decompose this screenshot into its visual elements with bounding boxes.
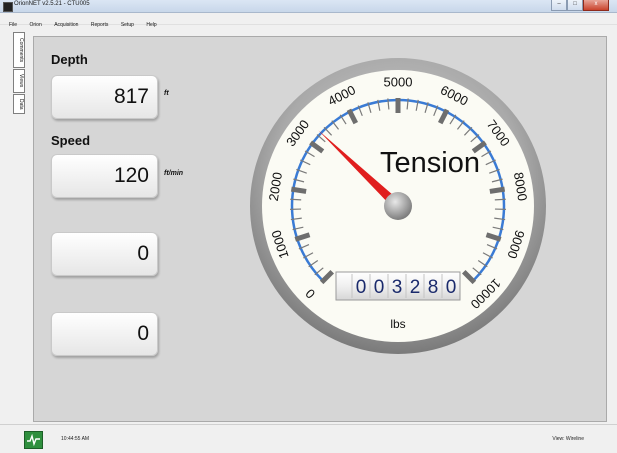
menu-reports[interactable]: Reports [91, 22, 109, 28]
app-icon [3, 2, 13, 12]
title-bar: OrionNET v2.5.21 - CTU005 – □ x [0, 0, 617, 13]
readout-4-value: 0 [137, 322, 149, 346]
menu-setup[interactable]: Setup [121, 22, 134, 28]
gauge-tick-label: 5000 [384, 74, 413, 89]
status-bar: 10:44:55 AM View: Wireline [0, 424, 617, 451]
speed-value-box: 120 [51, 154, 158, 198]
status-time: 10:44:55 AM [61, 436, 89, 442]
window-controls: – □ x [551, 0, 609, 11]
gauge-title: Tension [380, 147, 480, 179]
side-tab-strip: Comments Views Data [13, 32, 25, 115]
odometer-counter: 003280 [336, 272, 460, 300]
gauge-hub [384, 192, 412, 220]
odometer-digit: 8 [428, 277, 439, 298]
depth-label: Depth [51, 52, 88, 67]
menu-help[interactable]: Help [146, 22, 156, 28]
depth-unit: ft [164, 90, 169, 97]
maximize-button[interactable]: □ [567, 0, 583, 11]
tab-comments[interactable]: Comments [13, 32, 25, 68]
chart-activity-icon[interactable] [24, 431, 43, 449]
readout-3-value: 0 [137, 242, 149, 266]
depth-value-box: 817 [51, 75, 158, 119]
odometer-digit: 3 [392, 277, 403, 298]
tab-views[interactable]: Views [13, 69, 25, 93]
gauge-minor-tick [495, 199, 506, 200]
menu-acquisition[interactable]: Acquisition [54, 22, 78, 28]
odometer-digit: 2 [410, 277, 421, 298]
odometer-digit: 0 [356, 277, 367, 298]
tension-gauge: 0100020003000400050006000700080009000100… [248, 56, 548, 356]
status-view: View: Wireline [552, 436, 584, 442]
speed-unit: ft/min [164, 170, 183, 177]
readout-box-4: 0 [51, 312, 158, 356]
close-button[interactable]: x [583, 0, 609, 11]
menu-orion[interactable]: Orion [30, 22, 42, 28]
gauge-unit: lbs [390, 317, 405, 331]
odometer-digit: 0 [374, 277, 385, 298]
menu-file[interactable]: File [9, 22, 17, 28]
speed-value: 120 [114, 164, 149, 188]
gauge-major-tick [291, 189, 306, 191]
minimize-button[interactable]: – [551, 0, 567, 11]
gauge-major-tick [490, 189, 505, 191]
gauge-minor-tick [290, 199, 301, 200]
depth-value: 817 [114, 85, 149, 109]
window-title: OrionNET v2.5.21 - CTU005 [14, 1, 90, 7]
odometer-digit: 0 [446, 277, 457, 298]
speed-label: Speed [51, 133, 90, 148]
menu-bar: File Orion Acquisition Reports Setup Hel… [0, 13, 617, 25]
tab-data[interactable]: Data [13, 94, 25, 114]
readout-box-3: 0 [51, 232, 158, 276]
